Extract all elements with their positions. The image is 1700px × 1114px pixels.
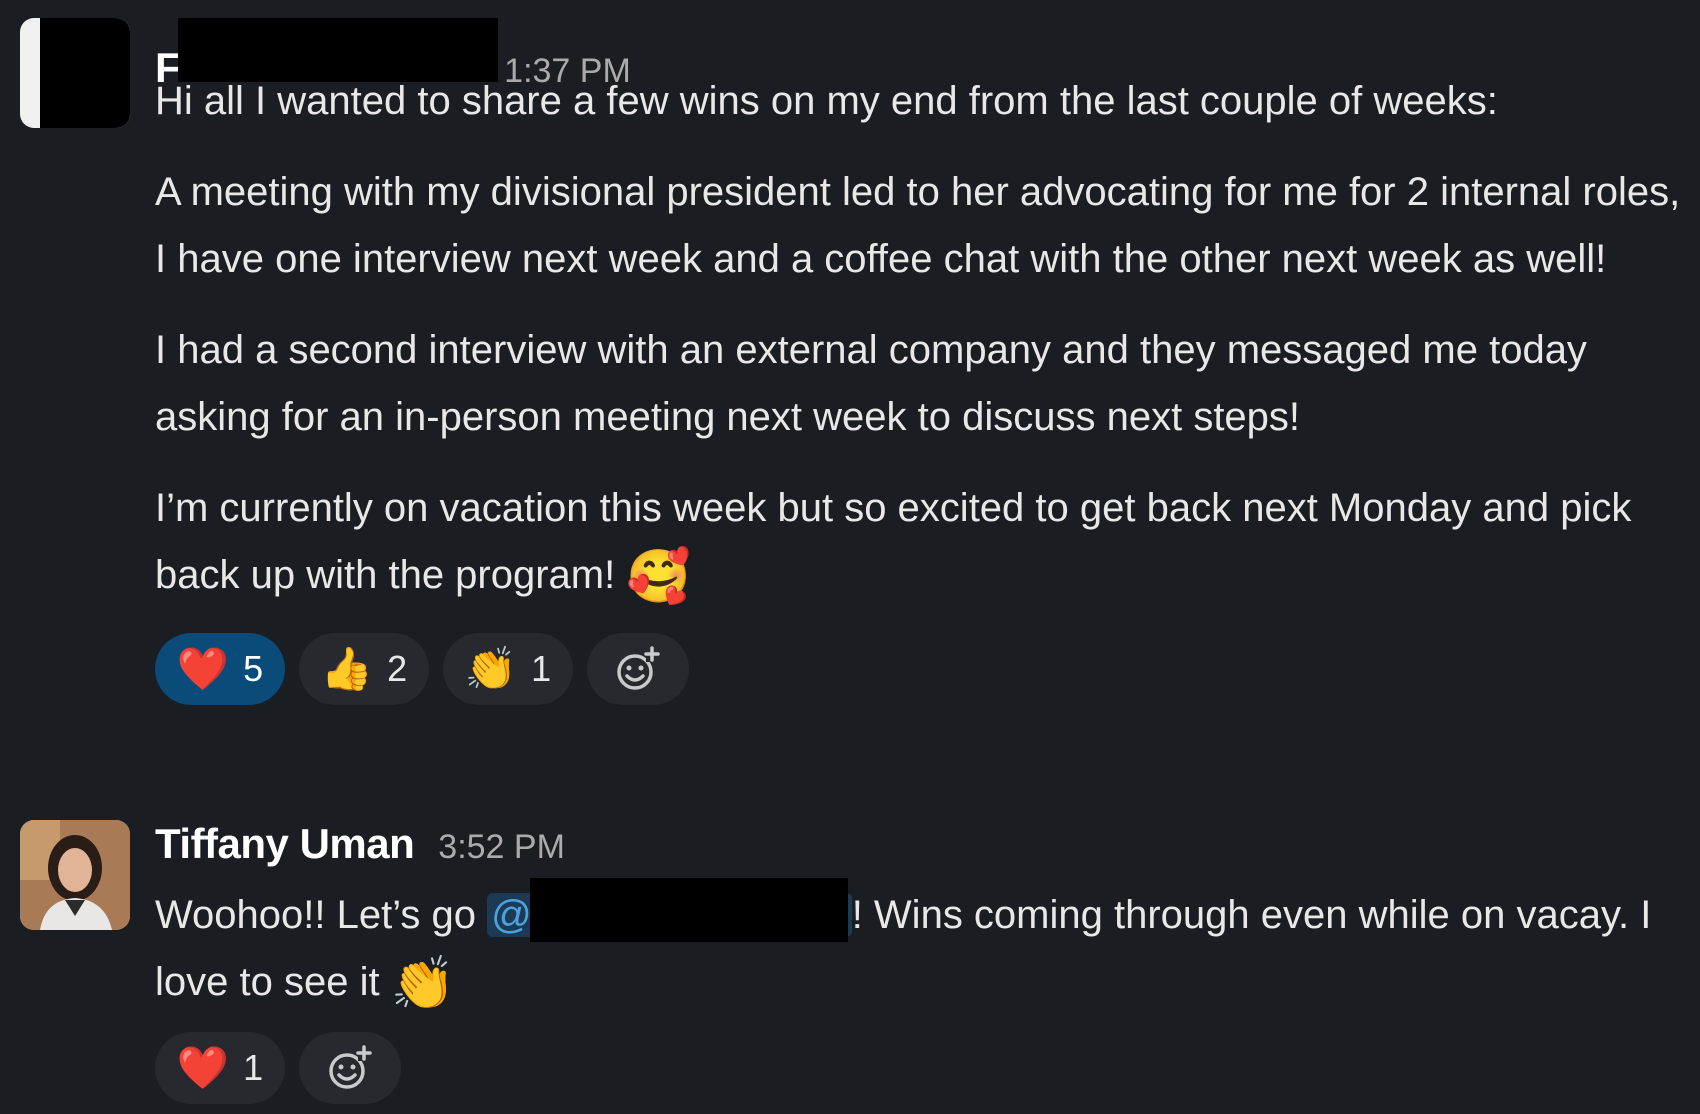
- thumbs-up-icon: 👍: [320, 645, 374, 692]
- message-text: I’m currently on vacation this week but …: [155, 486, 1632, 597]
- reaction-count: 1: [243, 1047, 264, 1088]
- avatar[interactable]: [20, 820, 130, 930]
- reaction-count: 2: [387, 648, 408, 689]
- message-paragraph: A meeting with my divisional president l…: [155, 170, 1681, 281]
- clapping-hands-icon: 👏: [464, 645, 518, 692]
- reaction-heart[interactable]: ❤️ 1: [155, 1032, 285, 1104]
- message-paragraph: I had a second interview with an externa…: [155, 328, 1587, 439]
- avatar-redacted[interactable]: [20, 18, 130, 128]
- reaction-count: 1: [531, 648, 552, 689]
- reaction-clap[interactable]: 👏 1: [443, 633, 573, 705]
- message-paragraph: I’m currently on vacation this week but …: [155, 475, 1688, 609]
- user-photo: [20, 820, 130, 930]
- timestamp[interactable]: 3:52 PM: [438, 828, 565, 867]
- message-paragraph: Hi all I wanted to share a few wins on m…: [155, 79, 1498, 123]
- clapping-hands-emoji: 👏: [390, 955, 456, 1013]
- add-reaction-icon: [329, 1045, 372, 1089]
- mention-prefix: @: [491, 893, 532, 937]
- reaction-count: 5: [243, 648, 264, 689]
- add-reaction-button[interactable]: [299, 1032, 401, 1104]
- reactions-bar: ❤️ 5 👍 2 👏 1: [155, 633, 1688, 705]
- user-mention[interactable]: @: [487, 878, 852, 942]
- reaction-heart[interactable]: ❤️ 5: [155, 633, 285, 705]
- heart-icon: ❤️: [176, 1044, 230, 1091]
- add-reaction-icon: [617, 646, 660, 690]
- reaction-thumbs-up[interactable]: 👍 2: [299, 633, 429, 705]
- heart-icon: ❤️: [176, 645, 230, 692]
- redacted-mention: [529, 878, 848, 942]
- smiling-hearts-emoji: 🥰: [626, 548, 692, 606]
- message-header: Tiffany Uman 3:52 PM: [155, 820, 1688, 868]
- message-text: Woohoo!! Let’s go: [155, 893, 488, 937]
- message-paragraph: Woohoo!! Let’s go @! Wins coming through…: [155, 878, 1688, 1016]
- reactions-bar: ❤️ 1: [155, 1032, 1688, 1104]
- sender-name[interactable]: Tiffany Uman: [155, 820, 415, 868]
- message-header: F 1:37 PM: [155, 18, 1688, 91]
- add-reaction-button[interactable]: [587, 633, 689, 705]
